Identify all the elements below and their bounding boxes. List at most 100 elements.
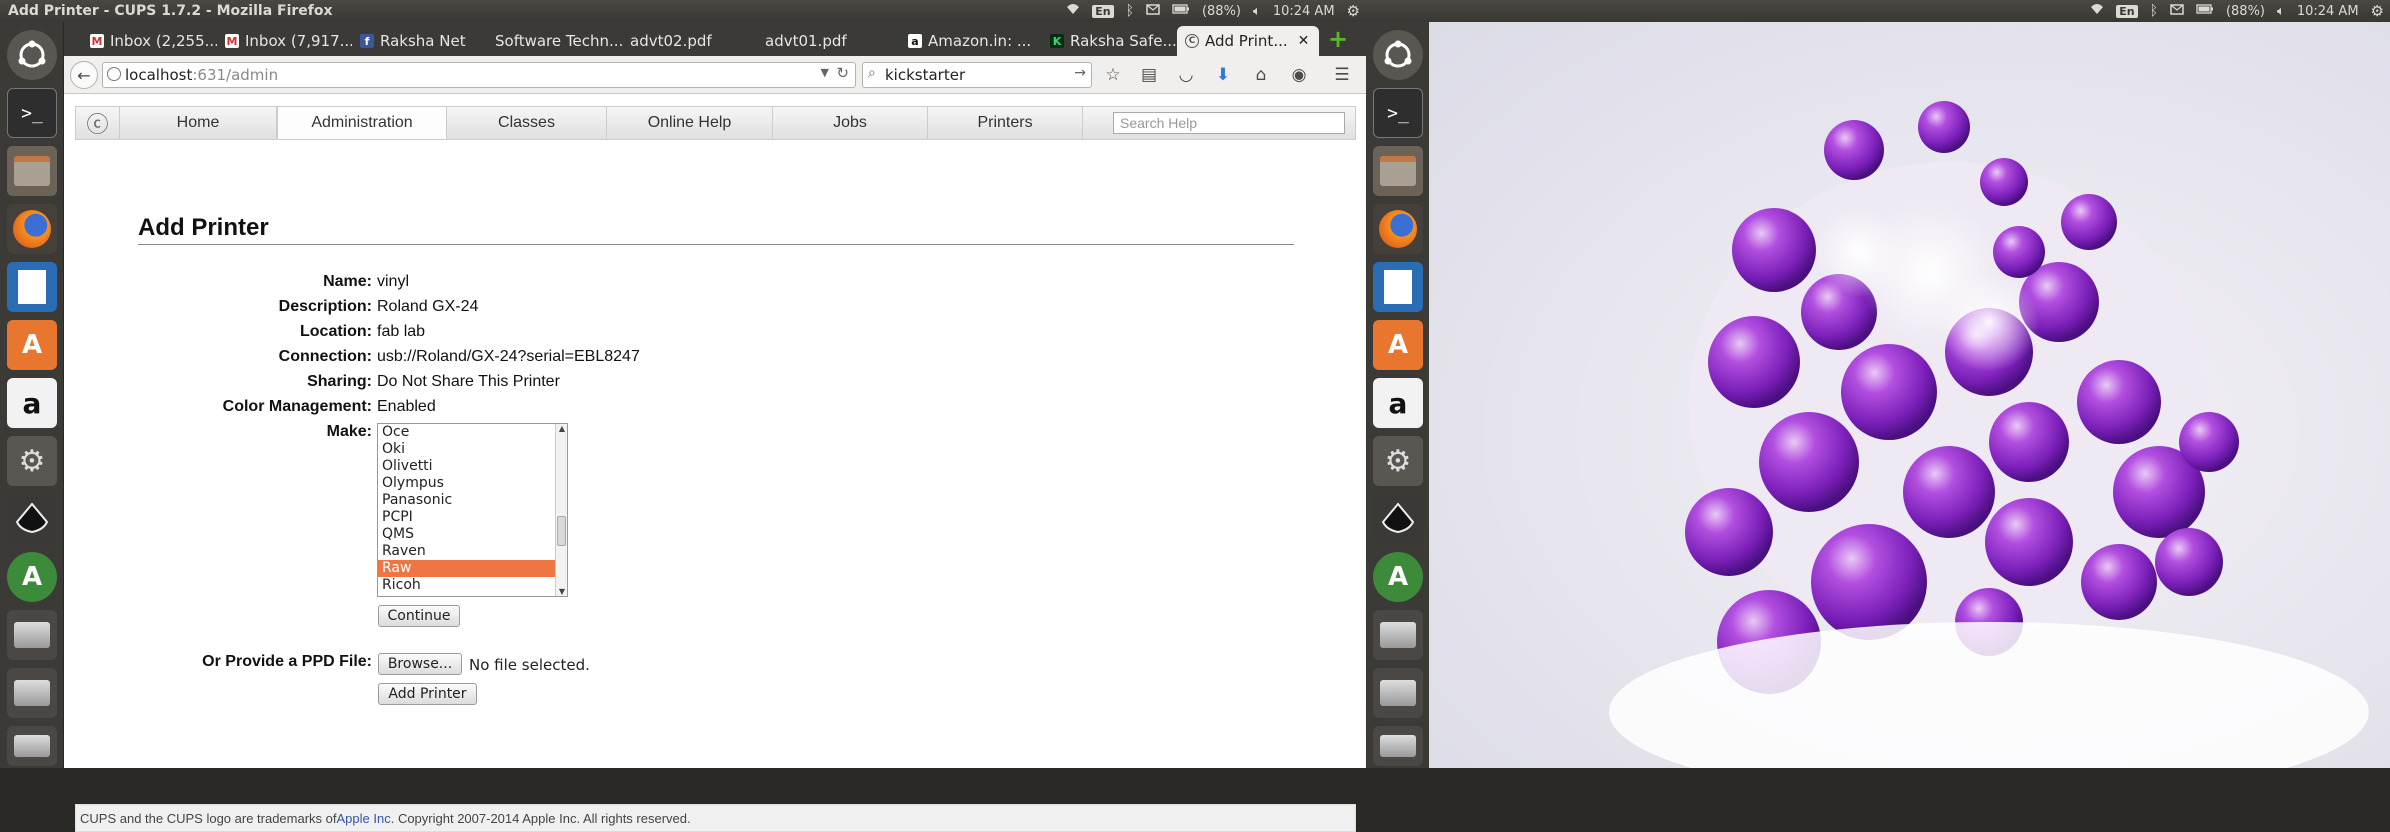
mail-icon[interactable] [2170, 3, 2184, 19]
scrollbar-thumb[interactable] [557, 516, 566, 546]
drive-icon[interactable] [1373, 726, 1423, 766]
make-option[interactable]: Raven [378, 543, 567, 560]
search-help-input[interactable]: Search Help [1113, 112, 1345, 134]
close-tab-icon[interactable]: ✕ [1298, 33, 1310, 49]
footer-prefix: CUPS and the CUPS logo are trademarks of [80, 810, 337, 826]
make-option[interactable]: Olympus [378, 475, 567, 492]
apple-link[interactable]: Apple Inc [337, 811, 391, 826]
bluetooth-icon[interactable]: ᛒ [1126, 3, 1134, 19]
new-tab-button[interactable]: + [1326, 27, 1350, 52]
tab-advt02[interactable]: advt02.pdf [622, 26, 757, 56]
make-option[interactable]: Panasonic [378, 492, 567, 509]
make-option[interactable]: Oki [378, 441, 567, 458]
files-icon[interactable] [1373, 146, 1423, 196]
battery-percent: (88%) [1201, 3, 1242, 19]
tab-amazon[interactable]: a Amazon.in: ... [900, 26, 1035, 56]
make-option[interactable]: Olivetti [378, 458, 567, 475]
downloads-icon[interactable]: ⬇ [1212, 64, 1234, 86]
software-updater-icon[interactable]: A [1373, 552, 1423, 602]
scroll-up-icon[interactable]: ▲ [559, 424, 565, 433]
cups-logo-icon[interactable]: ⓒ [76, 107, 120, 139]
gmail-icon: M [90, 34, 104, 48]
name-label: Name: [323, 273, 372, 290]
make-listbox[interactable]: Oce Oki Olivetti Olympus Panasonic PCPI … [377, 423, 568, 597]
system-settings-icon[interactable]: ⚙ [1373, 436, 1423, 486]
amazon-icon[interactable]: a [1373, 378, 1423, 428]
bluetooth-icon[interactable]: ᛒ [2150, 3, 2158, 19]
nav-online-help[interactable]: Online Help [607, 107, 773, 139]
nav-jobs[interactable]: Jobs [773, 107, 928, 139]
make-option[interactable]: Oce [378, 424, 567, 441]
software-center-icon[interactable]: A [7, 320, 57, 370]
terminal-icon[interactable]: >_ [7, 88, 57, 138]
search-go-icon[interactable]: → [1074, 65, 1086, 81]
dropdown-icon[interactable]: ▼ [821, 66, 829, 79]
wifi-icon[interactable] [2090, 3, 2104, 19]
volume-icon[interactable]: 🔈︎ [2277, 4, 2285, 19]
clock[interactable]: 10:24 AM [2297, 4, 2359, 19]
listbox-scrollbar[interactable]: ▲ ▼ [555, 424, 567, 596]
keyboard-layout-indicator[interactable]: En [1092, 4, 1114, 18]
software-center-icon[interactable]: A [1373, 320, 1423, 370]
clock[interactable]: 10:24 AM [1273, 4, 1335, 19]
menu-icon[interactable]: ☰ [1331, 64, 1353, 86]
url-bar[interactable]: localhost:631/admin ▼ ↻ [102, 62, 856, 88]
keyboard-layout-indicator[interactable]: En [2116, 4, 2138, 18]
reading-list-icon[interactable]: ▤ [1138, 64, 1160, 86]
chat-icon[interactable]: ◉ [1288, 64, 1310, 86]
pocket-icon[interactable]: ◡ [1175, 64, 1197, 86]
wifi-icon[interactable] [1066, 3, 1080, 19]
reload-icon[interactable]: ↻ [836, 64, 849, 82]
mail-icon[interactable] [1146, 3, 1160, 19]
tab-raksha-net[interactable]: f Raksha Net [352, 26, 487, 56]
drive-icon[interactable] [1373, 668, 1423, 718]
back-button[interactable]: ← [70, 61, 98, 89]
dash-home-icon[interactable] [1373, 30, 1423, 80]
nav-home[interactable]: Home [120, 107, 277, 139]
home-icon[interactable]: ⌂ [1250, 64, 1272, 86]
make-option[interactable]: QMS [378, 526, 567, 543]
volume-icon[interactable]: 🔈︎ [1253, 4, 1261, 19]
tab-raksha-safe[interactable]: K Raksha Safe... [1042, 26, 1177, 56]
drive-icon[interactable] [7, 726, 57, 766]
tab-add-printer[interactable]: C Add Print... ✕ [1177, 26, 1319, 56]
dash-home-icon[interactable] [7, 30, 57, 80]
continue-button[interactable]: Continue [378, 605, 460, 627]
tab-inbox-1[interactable]: M Inbox (2,255... [82, 26, 217, 56]
footer: CUPS and the CUPS logo are trademarks of… [75, 804, 1356, 832]
gear-icon[interactable]: ⚙ [2371, 2, 2384, 20]
drive-icon[interactable] [7, 610, 57, 660]
terminal-icon[interactable]: >_ [1373, 88, 1423, 138]
bookmark-star-icon[interactable]: ☆ [1102, 64, 1124, 86]
make-option[interactable]: PCPI [378, 509, 567, 526]
inkscape-icon[interactable] [1373, 494, 1423, 544]
battery-icon[interactable] [2196, 3, 2214, 19]
writer-icon[interactable] [1373, 262, 1423, 312]
add-printer-button[interactable]: Add Printer [378, 683, 477, 705]
nav-classes[interactable]: Classes [447, 107, 607, 139]
drive-icon[interactable] [7, 668, 57, 718]
url-host: localhost [125, 66, 193, 84]
battery-icon[interactable] [1172, 3, 1190, 19]
system-settings-icon[interactable]: ⚙ [7, 436, 57, 486]
scroll-down-icon[interactable]: ▼ [559, 587, 565, 596]
tab-advt01[interactable]: advt01.pdf [757, 26, 892, 56]
tab-inbox-2[interactable]: M Inbox (7,917... [217, 26, 352, 56]
search-bar[interactable]: ⌕ kickstarter → [862, 62, 1092, 88]
firefox-icon[interactable] [1373, 204, 1423, 254]
software-updater-icon[interactable]: A [7, 552, 57, 602]
inkscape-icon[interactable] [7, 494, 57, 544]
amazon-icon[interactable]: a [7, 378, 57, 428]
tab-software-techn[interactable]: Software Techn... [487, 26, 622, 56]
browse-button[interactable]: Browse... [378, 653, 462, 675]
make-option-selected[interactable]: Raw [378, 560, 567, 577]
gear-icon[interactable]: ⚙ [1347, 2, 1360, 20]
writer-icon[interactable] [7, 262, 57, 312]
firefox-icon[interactable] [7, 204, 57, 254]
files-icon[interactable] [7, 146, 57, 196]
drive-icon[interactable] [1373, 610, 1423, 660]
nav-administration[interactable]: Administration [277, 107, 447, 139]
indicator-area-right: En ᛒ (88%) 🔈︎ 10:24 AM ⚙ [2090, 0, 2384, 22]
nav-printers[interactable]: Printers [928, 107, 1083, 139]
make-option[interactable]: Ricoh [378, 577, 567, 594]
